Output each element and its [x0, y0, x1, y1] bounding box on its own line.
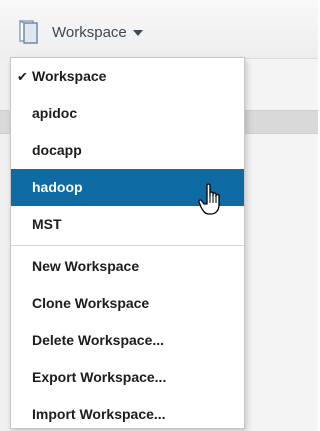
menu-item-label: Delete Workspace...: [32, 332, 165, 348]
checkmark-icon: ✔: [17, 69, 28, 84]
menu-item-label: Clone Workspace: [32, 295, 150, 311]
menu-item-workspace-mst[interactable]: MST: [11, 206, 244, 243]
menu-item-export-workspace[interactable]: Export Workspace...: [11, 359, 244, 396]
menu-item-clone-workspace[interactable]: Clone Workspace: [11, 285, 244, 322]
menu-item-import-workspace[interactable]: Import Workspace...: [11, 396, 244, 431]
toolbar: Workspace: [0, 0, 318, 59]
workspace-toggle-label: Workspace: [52, 23, 127, 41]
menu-item-label: Workspace: [32, 68, 107, 84]
menu-item-label: hadoop: [32, 179, 83, 195]
menu-item-label: MST: [32, 216, 62, 232]
menu-separator: [11, 245, 244, 246]
menu-item-label: docapp: [32, 142, 82, 158]
caret-down-icon: [132, 30, 143, 36]
menu-item-label: Export Workspace...: [32, 369, 167, 385]
workspace-screen: Workspace ✔ Workspace apidoc docapp hado…: [0, 0, 318, 431]
menu-item-label: New Workspace: [32, 258, 140, 274]
menu-item-current-workspace[interactable]: ✔ Workspace: [11, 58, 244, 95]
workspace-book-icon: [19, 20, 38, 44]
workspace-menu-toggle[interactable]: Workspace: [18, 18, 143, 46]
menu-item-label: Import Workspace...: [32, 406, 166, 422]
menu-item-workspace-apidoc[interactable]: apidoc: [11, 95, 244, 132]
menu-item-label: apidoc: [32, 105, 78, 121]
workspace-dropdown-menu: ✔ Workspace apidoc docapp hadoop MST New…: [10, 57, 245, 429]
menu-item-new-workspace[interactable]: New Workspace: [11, 248, 244, 285]
menu-item-delete-workspace[interactable]: Delete Workspace...: [11, 322, 244, 359]
menu-item-workspace-hadoop[interactable]: hadoop: [11, 169, 244, 206]
menu-item-workspace-docapp[interactable]: docapp: [11, 132, 244, 169]
